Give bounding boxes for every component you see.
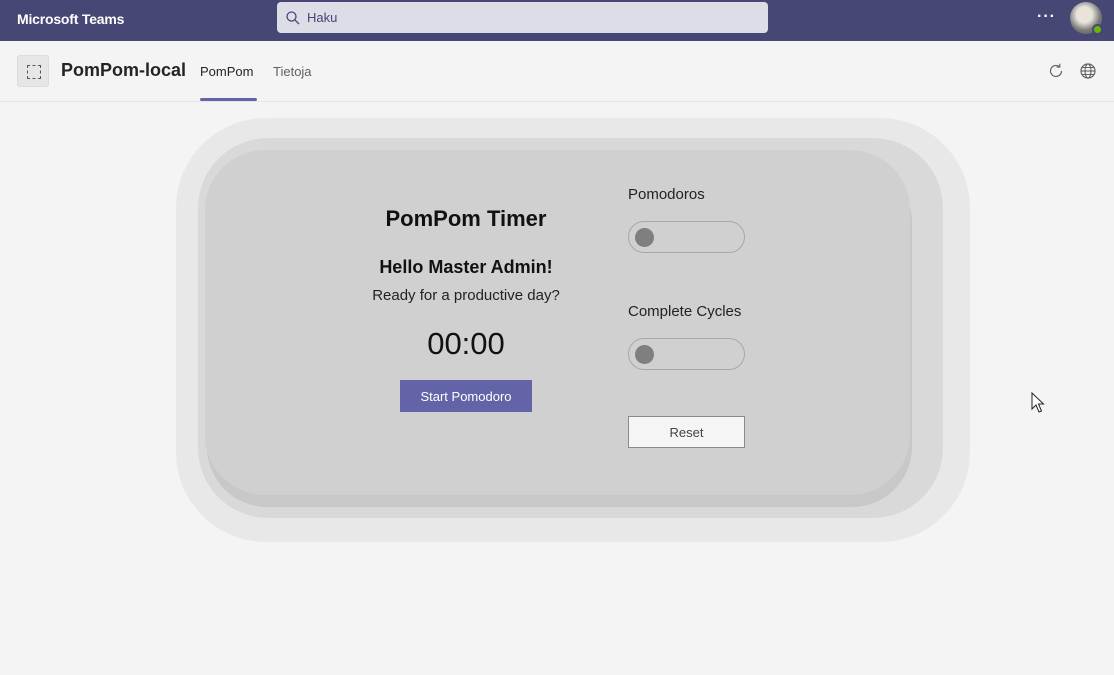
tab-tietoja[interactable]: Tietoja xyxy=(273,64,312,79)
tab-pompom[interactable]: PomPom xyxy=(200,64,253,79)
pomodoros-toggle[interactable] xyxy=(628,221,745,253)
search-box[interactable] xyxy=(277,2,768,33)
pomodoros-label: Pomodoros xyxy=(628,186,705,203)
greeting: Hello Master Admin! xyxy=(379,257,553,277)
active-tab-indicator xyxy=(200,98,257,101)
toggle-knob xyxy=(635,228,654,247)
search-icon xyxy=(286,10,300,24)
start-pomodoro-button[interactable]: Start Pomodoro xyxy=(400,380,532,412)
refresh-icon[interactable] xyxy=(1047,62,1065,80)
avatar[interactable] xyxy=(1070,2,1103,35)
status-available-icon xyxy=(1092,24,1103,35)
app-tab-bar: PomPom-local PomPom Tietoja xyxy=(0,41,1114,102)
search-input[interactable] xyxy=(307,10,747,25)
timer-card xyxy=(205,150,910,495)
globe-icon[interactable] xyxy=(1079,62,1097,80)
complete-cycles-toggle[interactable] xyxy=(628,338,745,370)
complete-cycles-label: Complete Cycles xyxy=(628,303,742,320)
toggle-knob xyxy=(635,345,654,364)
reset-button[interactable]: Reset xyxy=(628,416,745,448)
app-name: Microsoft Teams xyxy=(17,11,125,27)
app-title: PomPom-local xyxy=(61,60,187,80)
mouse-cursor-icon xyxy=(1031,392,1045,413)
subtitle: Ready for a productive day? xyxy=(372,287,560,304)
timer-title: PomPom Timer xyxy=(385,206,547,231)
app-placeholder-icon xyxy=(17,55,49,87)
more-options-icon[interactable]: ··· xyxy=(1037,8,1056,26)
teams-top-bar: Microsoft Teams ··· xyxy=(0,0,1114,41)
timer-display: 00:00 xyxy=(427,326,505,361)
